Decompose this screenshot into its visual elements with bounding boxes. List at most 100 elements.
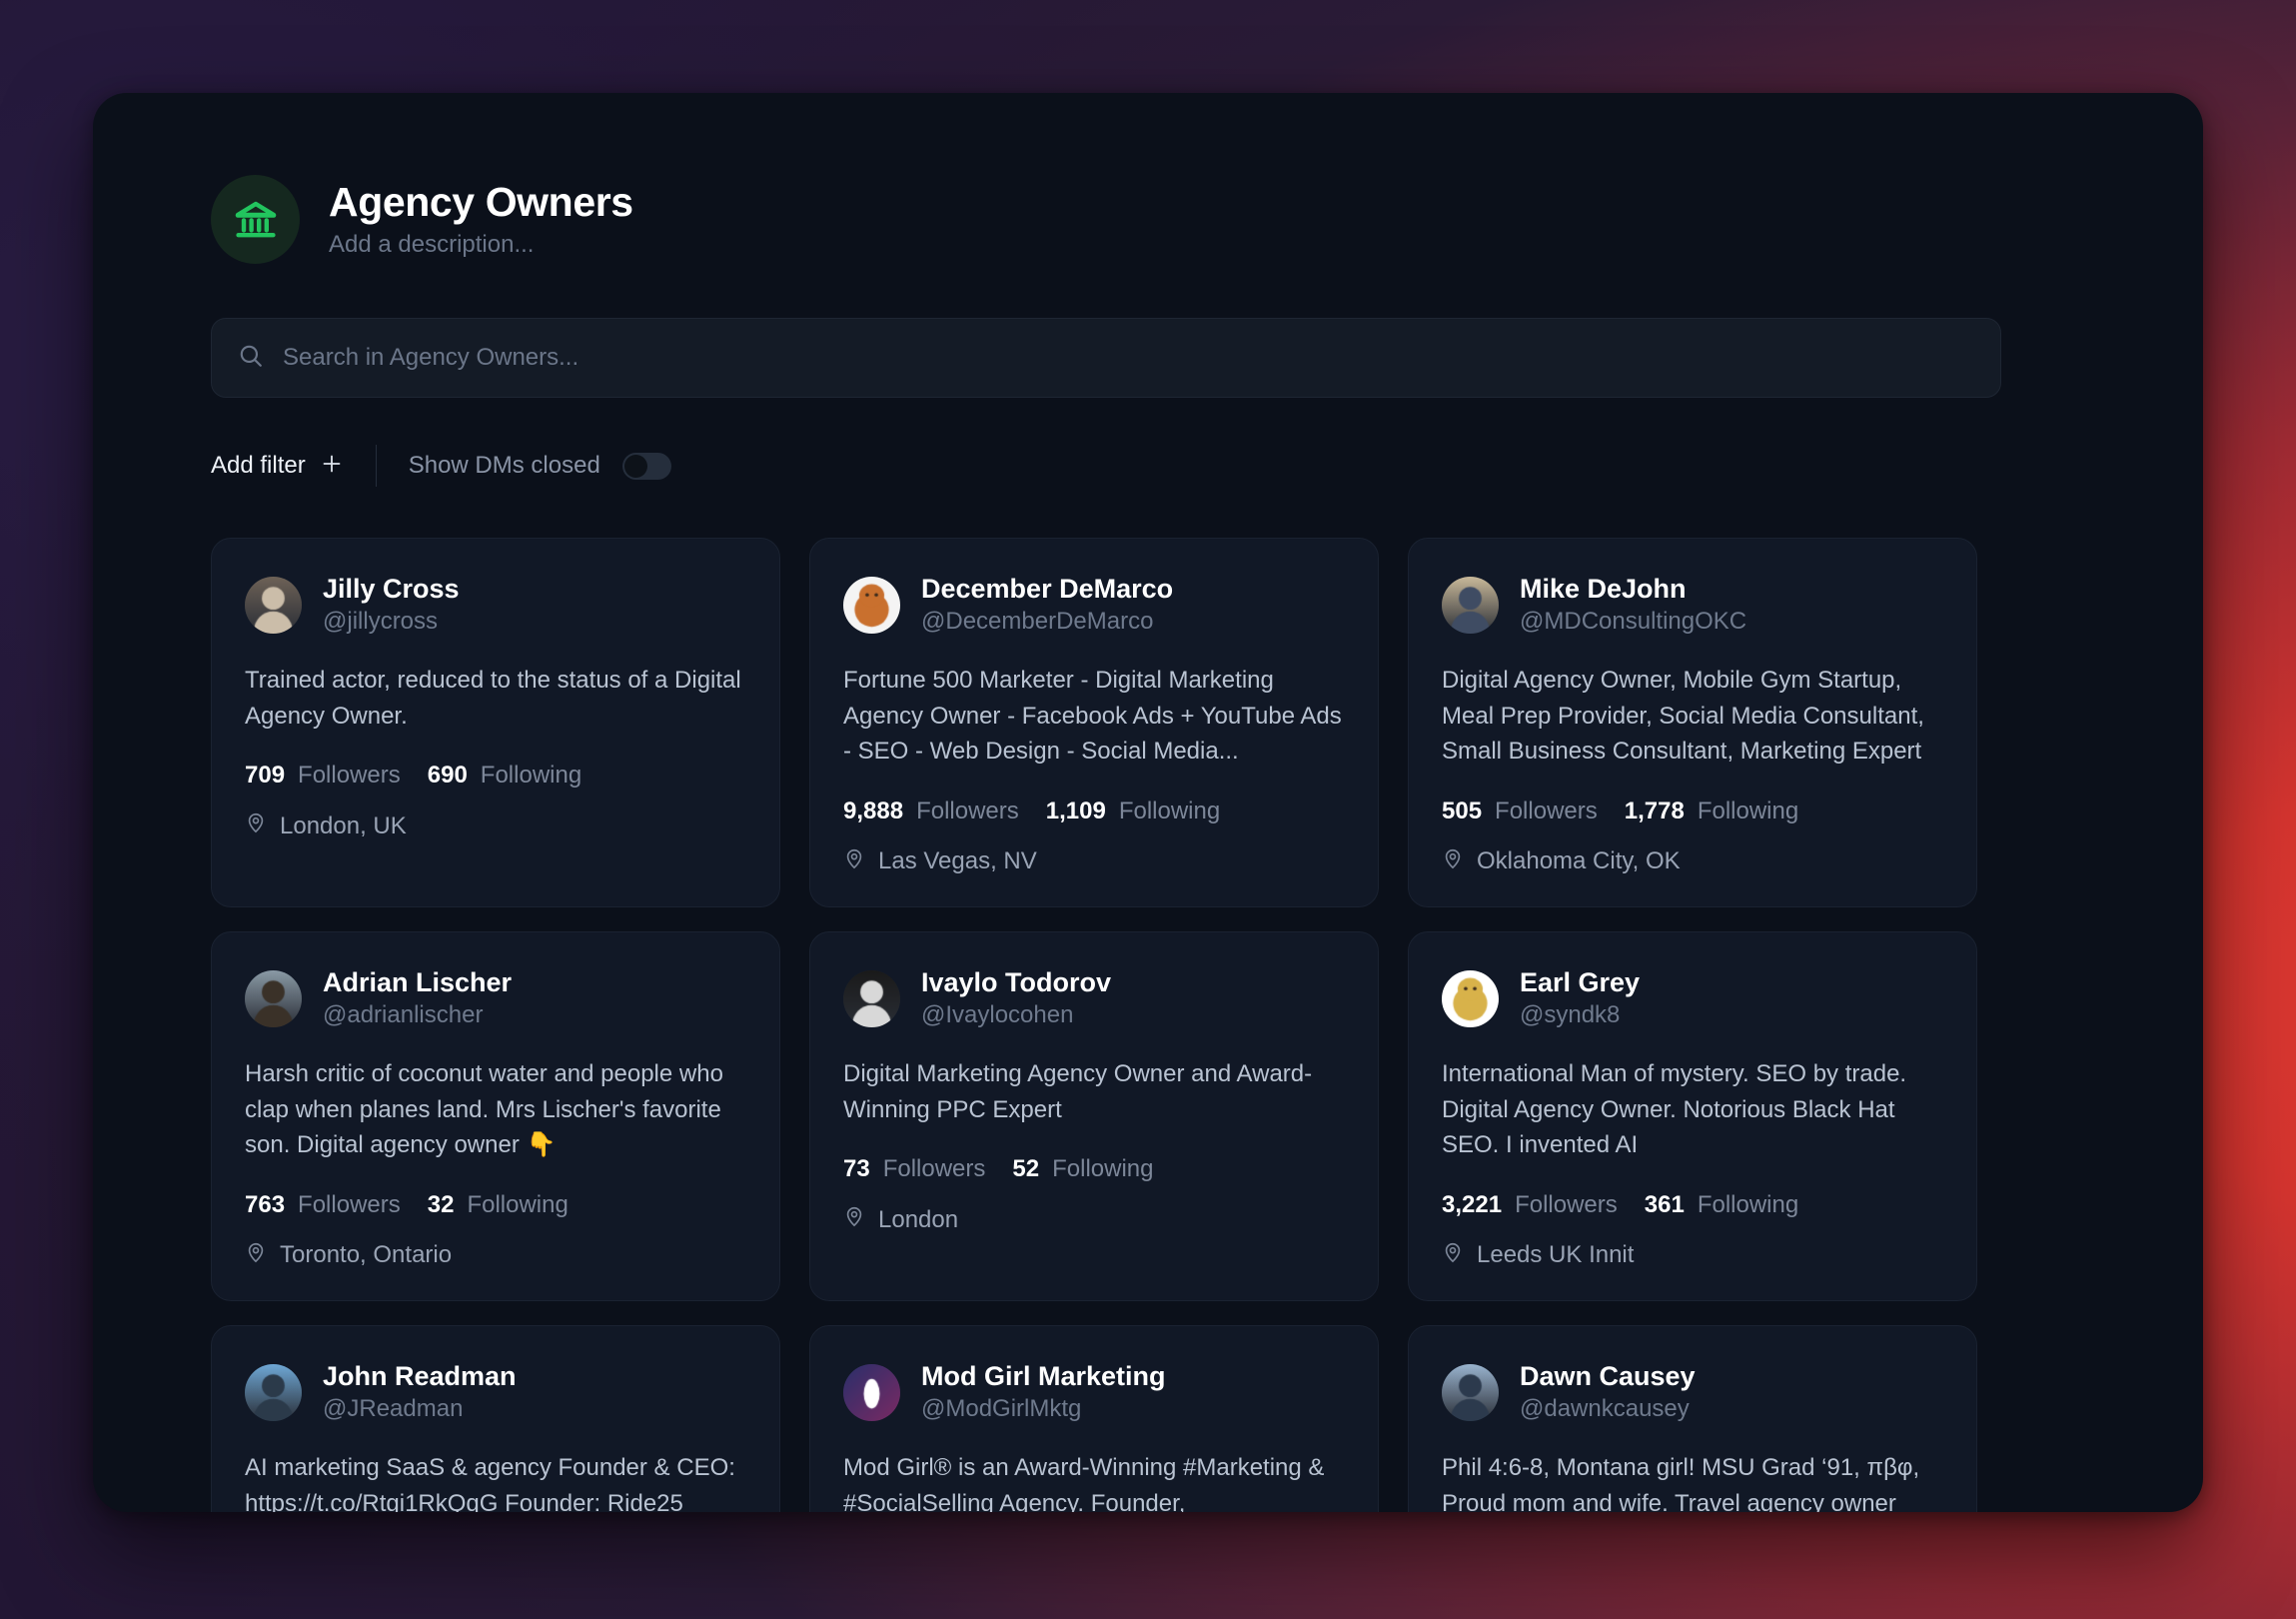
location-text: Toronto, Ontario	[280, 1241, 453, 1269]
search-icon	[238, 343, 264, 374]
profile-bio: Harsh critic of coconut water and people…	[245, 1060, 723, 1159]
followers-label: Followers	[298, 1190, 401, 1218]
profile-stats: 73 Followers 52 Following	[843, 1155, 1345, 1183]
profile-name: Dawn Causey	[1520, 1360, 1696, 1391]
card-header: Ivaylo Todorov @Ivaylocohen	[843, 966, 1345, 1030]
page-description-placeholder[interactable]: Add a description...	[329, 231, 633, 260]
card-header: Earl Grey @syndk8	[1442, 966, 1943, 1030]
followers-label: Followers	[298, 762, 401, 790]
profile-name: Ivaylo Todorov	[921, 966, 1112, 997]
followers-label: Followers	[1495, 797, 1598, 824]
card-header: Adrian Lischer @adrianlischer	[245, 966, 746, 1030]
plus-icon	[320, 452, 344, 481]
followers-count: 9,888	[843, 797, 904, 824]
profile-bio: International Man of mystery. SEO by tra…	[1442, 1060, 1907, 1159]
show-dms-closed-label: Show DMs closed	[408, 452, 600, 479]
search-bar[interactable]	[211, 318, 2001, 398]
avatar	[245, 1363, 302, 1421]
profile-stats: 3,221 Followers 361 Following	[1442, 1191, 1943, 1219]
show-dms-closed-toggle-group[interactable]: Show DMs closed	[409, 452, 671, 480]
profile-stats: 9,888 Followers 1,109 Following	[843, 798, 1345, 825]
profile-name: Jilly Cross	[323, 574, 460, 604]
show-dms-closed-toggle[interactable]	[621, 452, 671, 480]
filter-toolbar: Add filter Show DMs closed	[211, 445, 2085, 487]
following-label: Following	[1052, 1155, 1154, 1183]
profile-name: Mod Girl Marketing	[921, 1360, 1166, 1391]
profile-location: Leeds UK Innit	[1442, 1241, 1943, 1270]
map-pin-icon	[843, 847, 865, 876]
profile-name: Mike DeJohn	[1520, 574, 1687, 604]
following-label: Following	[1697, 1190, 1799, 1218]
map-pin-icon	[1442, 1241, 1464, 1270]
card-header: John Readman @JReadman	[245, 1360, 746, 1424]
following-count: 361	[1644, 1190, 1685, 1218]
toolbar-divider	[375, 445, 377, 487]
map-pin-icon	[843, 1205, 865, 1234]
card-header: December DeMarco @DecemberDeMarco	[843, 573, 1345, 637]
map-pin-icon	[245, 811, 267, 840]
card-header: Mod Girl Marketing @ModGirlMktg	[843, 1360, 1345, 1424]
profile-handle: @Ivaylocohen	[921, 1001, 1074, 1029]
profile-card[interactable]: Adrian Lischer @adrianlischer Harsh crit…	[211, 930, 780, 1301]
profile-handle: @dawnkcausey	[1520, 1395, 1690, 1423]
page-header: Agency Owners Add a description...	[211, 175, 2085, 264]
followers-label: Followers	[1515, 1190, 1618, 1218]
profile-name: Adrian Lischer	[323, 966, 513, 997]
profile-card-grid: Jilly Cross @jillycross Trained actor, r…	[211, 538, 2085, 1512]
profile-card[interactable]: Ivaylo Todorov @Ivaylocohen Digital Mark…	[809, 930, 1379, 1301]
location-text: Leeds UK Innit	[1477, 1241, 1635, 1269]
profile-name: John Readman	[323, 1360, 517, 1391]
profile-card[interactable]: Mod Girl Marketing @ModGirlMktg Mod Girl…	[809, 1324, 1379, 1512]
profile-handle: @ModGirlMktg	[921, 1395, 1082, 1423]
profile-stats: 763 Followers 32 Following	[245, 1191, 746, 1219]
profile-location: Toronto, Ontario	[245, 1241, 746, 1270]
followers-count: 505	[1442, 797, 1483, 824]
avatar	[843, 1363, 900, 1421]
profile-card[interactable]: John Readman @JReadman AI marketing SaaS…	[211, 1324, 780, 1512]
card-header: Mike DeJohn @MDConsultingOKC	[1442, 573, 1943, 637]
followers-label: Followers	[882, 1155, 986, 1183]
profile-card[interactable]: Mike DeJohn @MDConsultingOKC Digital Age…	[1408, 538, 1977, 907]
map-pin-icon	[245, 1241, 267, 1270]
avatar	[1442, 969, 1499, 1027]
profile-location: London, UK	[245, 811, 746, 840]
profile-card[interactable]: Jilly Cross @jillycross Trained actor, r…	[211, 538, 780, 907]
following-count: 52	[1012, 1155, 1040, 1183]
location-text: London, UK	[280, 811, 407, 839]
search-input[interactable]	[283, 344, 1974, 372]
following-label: Following	[480, 762, 582, 790]
avatar	[1442, 576, 1499, 634]
profile-card[interactable]: Dawn Causey @dawnkcausey Phil 4:6-8, Mon…	[1408, 1324, 1977, 1512]
following-label: Following	[1697, 797, 1799, 824]
profile-name: December DeMarco	[921, 574, 1174, 604]
avatar	[245, 576, 302, 634]
following-label: Following	[1118, 797, 1221, 824]
followers-count: 3,221	[1442, 1190, 1503, 1218]
add-filter-label: Add filter	[211, 452, 306, 479]
avatar	[843, 576, 900, 634]
avatar	[245, 969, 302, 1027]
followers-count: 709	[245, 762, 286, 790]
following-count: 1,109	[1045, 797, 1106, 824]
card-header: Jilly Cross @jillycross	[245, 573, 746, 637]
following-count: 690	[427, 762, 468, 790]
profile-card[interactable]: December DeMarco @DecemberDeMarco Fortun…	[809, 538, 1379, 907]
profile-handle: @jillycross	[323, 608, 439, 636]
profile-card[interactable]: Earl Grey @syndk8 International Man of m…	[1408, 930, 1977, 1301]
location-text: London	[878, 1205, 959, 1233]
profile-location: Las Vegas, NV	[843, 847, 1345, 876]
profile-stats: 709 Followers 690 Following	[245, 762, 746, 790]
profile-bio: Digital Agency Owner, Mobile Gym Startup…	[1442, 667, 1924, 766]
following-label: Following	[467, 1190, 569, 1218]
add-filter-button[interactable]: Add filter	[211, 452, 376, 481]
profile-bio: Digital Marketing Agency Owner and Award…	[843, 1060, 1313, 1123]
page-title: Agency Owners	[329, 178, 633, 225]
profile-handle: @adrianlischer	[323, 1001, 484, 1029]
app-window: Agency Owners Add a description... Add f…	[93, 93, 2203, 1512]
toggle-knob	[623, 454, 647, 478]
avatar	[843, 969, 900, 1027]
following-count: 1,778	[1624, 797, 1685, 824]
profile-bio: AI marketing SaaS & agency Founder & CEO…	[245, 1454, 735, 1512]
profile-handle: @syndk8	[1520, 1001, 1621, 1029]
profile-handle: @DecemberDeMarco	[921, 608, 1154, 636]
